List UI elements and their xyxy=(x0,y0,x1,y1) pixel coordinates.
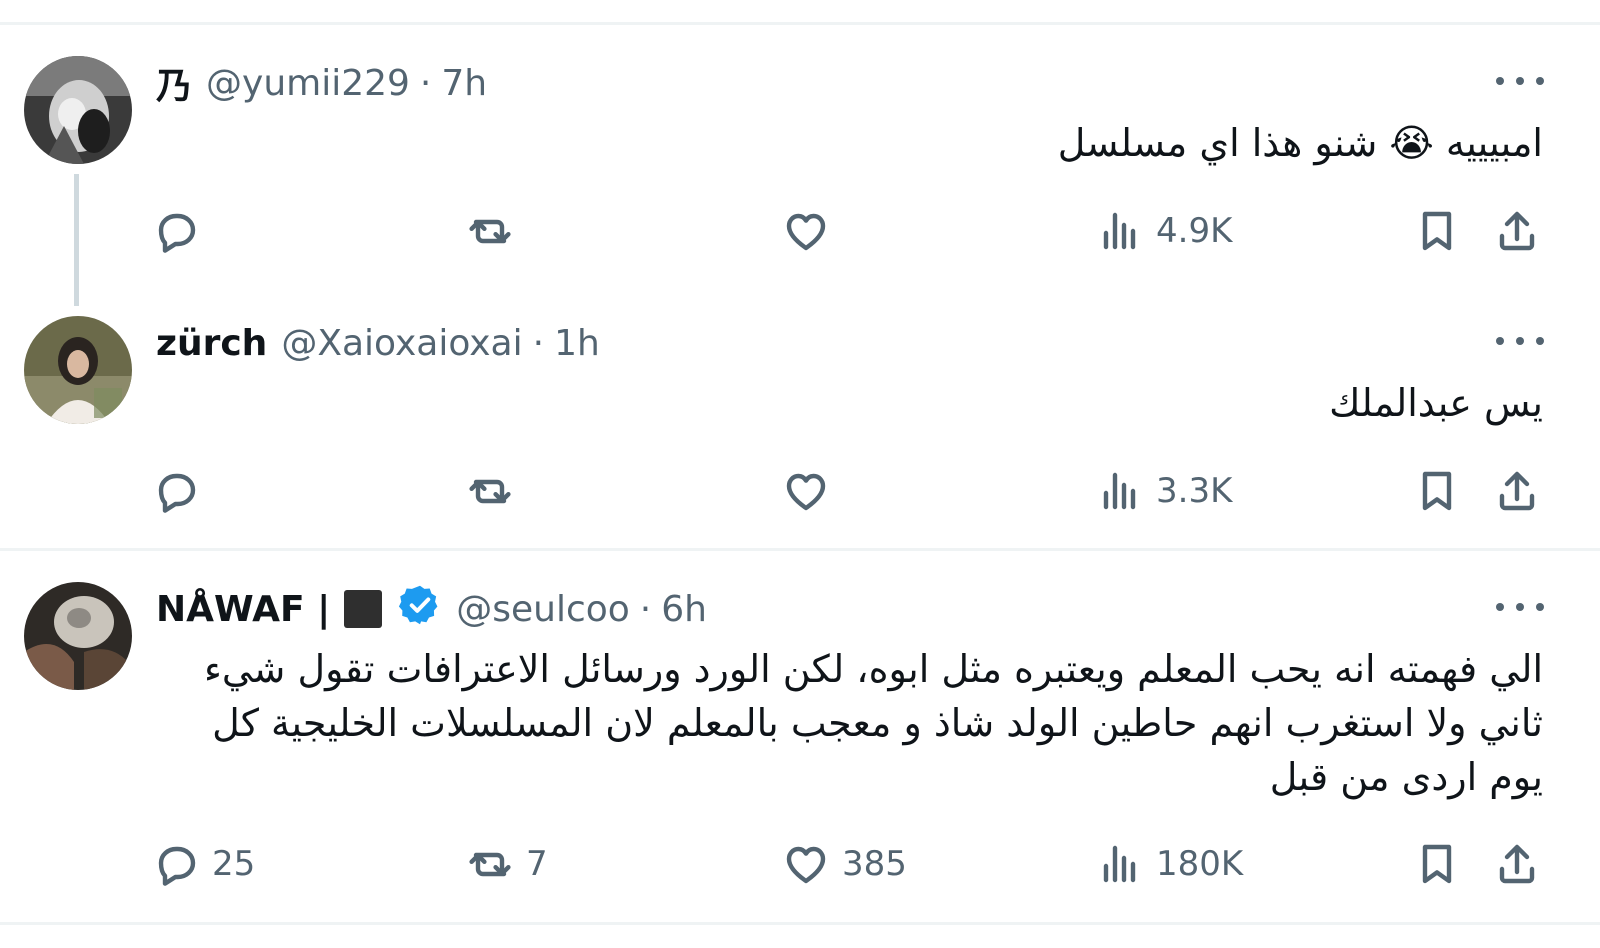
bookmark-button[interactable] xyxy=(1413,201,1461,261)
reply-icon xyxy=(152,207,200,255)
profile-photo-icon xyxy=(24,316,132,424)
tweet-header: NÅWAF | @seulcoo · 6h xyxy=(156,584,707,634)
like-count: 385 xyxy=(842,844,907,884)
tweet-3[interactable]: NÅWAF | @seulcoo · 6h الي فهمته انه يحب … xyxy=(0,582,1600,912)
views-button[interactable]: 4.9K xyxy=(1096,201,1232,261)
share-icon xyxy=(1493,467,1541,515)
like-icon xyxy=(782,207,830,255)
share-button[interactable] xyxy=(1493,834,1541,894)
tweet-header: zürch @Xaioxaioxai · 1h xyxy=(156,318,600,368)
retweet-count: 7 xyxy=(526,844,548,884)
separator-dot: · xyxy=(419,62,432,104)
display-name[interactable]: NÅWAF | xyxy=(156,589,330,630)
like-button[interactable]: 385 xyxy=(782,834,907,894)
handle[interactable]: @seulcoo xyxy=(456,589,630,630)
retweet-button[interactable] xyxy=(466,201,526,261)
retweet-icon xyxy=(466,467,514,515)
tweet-text: الي فهمته انه يحب المعلم ويعتبره مثل ابو… xyxy=(204,642,1543,804)
bookmark-button[interactable] xyxy=(1413,834,1461,894)
action-bar: 25 7 385 180K xyxy=(0,834,1600,894)
action-bar: 4.9K xyxy=(0,201,1600,261)
views-count: 180K xyxy=(1156,844,1244,884)
tweet-header: 乃 @yumii229 · 7h xyxy=(156,58,487,108)
retweet-icon xyxy=(466,840,514,888)
action-bar: 3.3K xyxy=(0,461,1600,521)
separator-dot: · xyxy=(532,322,545,364)
reply-icon xyxy=(152,467,200,515)
views-button[interactable]: 180K xyxy=(1096,834,1243,894)
reply-icon xyxy=(152,840,200,888)
views-icon xyxy=(1096,467,1144,515)
retweet-icon xyxy=(466,207,514,255)
reply-count: 25 xyxy=(212,844,256,884)
views-button[interactable]: 3.3K xyxy=(1096,461,1232,521)
display-name[interactable]: 乃 xyxy=(156,57,192,109)
black-square-emoji xyxy=(344,590,383,628)
more-icon[interactable] xyxy=(1496,592,1544,622)
tweet-separator xyxy=(0,548,1600,551)
more-icon[interactable] xyxy=(1496,326,1544,356)
tweet-text-line: الي فهمته انه يحب المعلم ويعتبره مثل ابو… xyxy=(204,647,1543,691)
avatar[interactable] xyxy=(24,582,132,690)
more-icon[interactable] xyxy=(1496,66,1544,96)
like-button[interactable] xyxy=(782,461,842,521)
bookmark-icon xyxy=(1413,207,1461,255)
views-count: 4.9K xyxy=(1156,211,1233,251)
tweet-2[interactable]: zürch @Xaioxaioxai · 1h يس عبدالملك 3.3K xyxy=(0,316,1600,546)
tweet-1[interactable]: 乃 @yumii229 · 7h امبيييه 😭 شنو هذا اي مس… xyxy=(0,56,1600,306)
like-icon xyxy=(782,467,830,515)
share-icon xyxy=(1493,840,1541,888)
like-button[interactable] xyxy=(782,201,842,261)
reply-button[interactable]: 25 xyxy=(152,834,255,894)
reply-button[interactable] xyxy=(152,461,212,521)
bookmark-button[interactable] xyxy=(1413,461,1461,521)
profile-photo-icon xyxy=(24,56,132,164)
retweet-button[interactable]: 7 xyxy=(466,834,548,894)
bookmark-icon xyxy=(1413,467,1461,515)
share-icon xyxy=(1493,207,1541,255)
views-count: 3.3K xyxy=(1156,471,1233,511)
timestamp[interactable]: 1h xyxy=(554,323,600,364)
views-icon xyxy=(1096,207,1144,255)
share-button[interactable] xyxy=(1493,201,1541,261)
timestamp[interactable]: 6h xyxy=(661,589,707,630)
bottom-separator xyxy=(0,922,1600,925)
share-button[interactable] xyxy=(1493,461,1541,521)
like-icon xyxy=(782,840,830,888)
reply-button[interactable] xyxy=(152,201,212,261)
bookmark-icon xyxy=(1413,840,1461,888)
tweet-text-line: يوم اردى من قبل xyxy=(1269,755,1543,799)
handle[interactable]: @yumii229 xyxy=(206,63,410,104)
avatar[interactable] xyxy=(24,56,132,164)
avatar[interactable] xyxy=(24,316,132,424)
timestamp[interactable]: 7h xyxy=(441,63,487,104)
tweet-text: يس عبدالملك xyxy=(1329,381,1543,425)
separator-dot: · xyxy=(639,588,652,630)
display-name[interactable]: zürch xyxy=(156,323,267,364)
views-icon xyxy=(1096,840,1144,888)
profile-photo-icon xyxy=(24,582,132,690)
retweet-button[interactable] xyxy=(466,461,526,521)
handle[interactable]: @Xaioxaioxai xyxy=(281,323,522,364)
top-separator xyxy=(0,22,1600,25)
verified-badge-icon[interactable] xyxy=(398,583,442,636)
tweet-text-line: ثاني ولا استغرب انهم حاطين الولد شاذ و م… xyxy=(212,701,1543,745)
tweet-text: امبيييه 😭 شنو هذا اي مسلسل xyxy=(1057,121,1543,165)
